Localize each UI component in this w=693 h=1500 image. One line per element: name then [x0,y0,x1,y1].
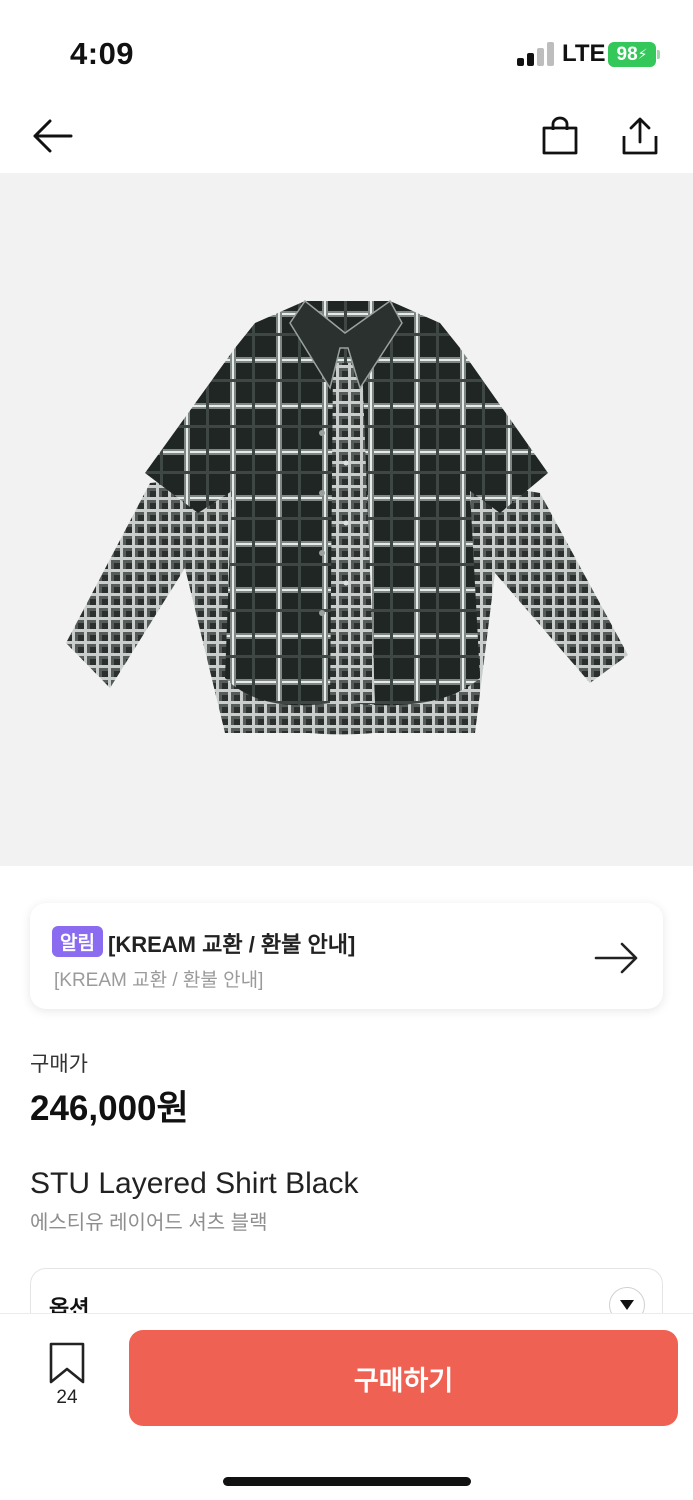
product-name-korean: 에스티유 레이어드 셔츠 블랙 [30,1212,268,1234]
notice-title: [KREAM 교환 / 환불 안내] [108,932,356,957]
notice-subtitle: [KREAM 교환 / 환불 안내] [54,970,264,991]
cart-button[interactable] [534,110,586,162]
cellular-signal-icon [517,42,555,66]
buy-button[interactable]: 구매하기 [129,1330,678,1426]
battery-level: 98 [616,43,638,65]
price-value: 246,000원 [30,1089,189,1128]
exchange-refund-notice[interactable]: 알림 [KREAM 교환 / 환불 안내] [KREAM 교환 / 환불 안내] [30,903,663,1009]
top-nav [0,100,693,172]
battery-icon: 98 ⚡ [608,42,656,67]
share-icon [622,117,658,155]
bookmark-button[interactable]: 24 [40,1342,94,1412]
network-type: LTE [562,40,606,67]
bottom-action-bar: 24 구매하기 [0,1313,693,1500]
status-time: 4:09 [70,36,135,71]
status-bar: 4:09 LTE 98 ⚡ [0,0,693,100]
arrow-left-icon [33,119,73,153]
home-indicator[interactable] [223,1477,471,1486]
bookmark-count: 24 [56,1387,78,1408]
price-label: 구매가 [30,1053,88,1076]
shopping-bag-icon [542,116,578,155]
bookmark-icon [49,1342,85,1384]
arrow-right-icon [594,942,638,974]
share-button[interactable] [614,110,666,162]
battery-tip [657,50,660,59]
product-name: STU Layered Shirt Black [30,1167,359,1200]
back-button[interactable] [26,110,78,162]
notice-badge: 알림 [52,926,103,957]
plaid-layered-shirt-image [66,299,628,735]
product-image[interactable] [0,173,693,866]
